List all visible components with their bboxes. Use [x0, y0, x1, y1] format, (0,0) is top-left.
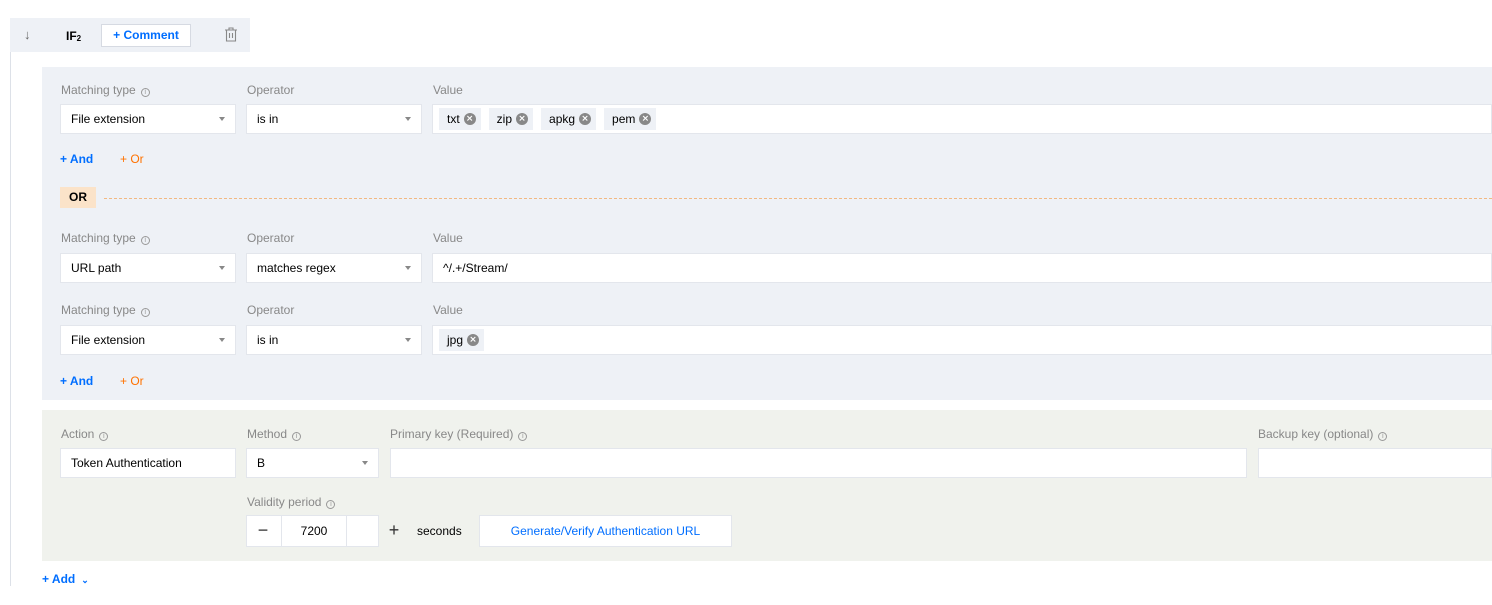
value-input[interactable]: ^/.+/Stream/: [432, 253, 1492, 283]
chevron-down-icon: [219, 266, 225, 270]
info-icon: i: [518, 432, 528, 441]
matching-type-select[interactable]: File extension: [60, 104, 236, 134]
value-label: Value: [433, 83, 463, 97]
chevron-down-icon: ⌄: [81, 575, 89, 585]
operator-value: is in: [257, 112, 279, 126]
chevron-down-icon: [405, 117, 411, 121]
arrow-down-icon[interactable]: ↓: [24, 27, 31, 42]
matching-type-value: File extension: [71, 333, 146, 347]
chevron-down-icon: [405, 266, 411, 270]
matching-type-select[interactable]: URL path: [60, 253, 236, 283]
operator-label: Operator: [247, 83, 295, 97]
condition-block: Matching type i Operator Value File exten…: [42, 67, 1492, 400]
tag-label: jpg: [447, 333, 464, 347]
operator-select[interactable]: is in: [246, 325, 422, 355]
validity-period-value[interactable]: 7200: [282, 516, 346, 546]
decrement-button[interactable]: −: [246, 515, 280, 547]
if-header: ↓ IF2 + Comment: [10, 18, 250, 52]
info-icon: i: [99, 432, 109, 441]
add-and-link[interactable]: + And: [60, 152, 93, 166]
matching-type-select[interactable]: File extension: [60, 325, 236, 355]
remove-tag-icon[interactable]: ×: [467, 334, 480, 346]
info-icon: i: [292, 432, 302, 441]
validity-period-label: Validity period i: [247, 495, 336, 509]
chevron-down-icon: [362, 461, 368, 465]
remove-tag-icon[interactable]: ×: [579, 113, 592, 125]
primary-key-label: Primary key (Required) i: [390, 427, 528, 441]
action-block: Action i Method i Primary key (Required) i …: [42, 410, 1492, 561]
matching-type-label: Matching type i: [61, 303, 150, 317]
value-tag: pem ×: [604, 108, 657, 130]
operator-label: Operator: [247, 231, 295, 245]
operator-select[interactable]: is in: [246, 104, 422, 134]
increment-button[interactable]: +: [379, 515, 409, 547]
value-tag-input[interactable]: jpg ×: [432, 325, 1492, 355]
tag-label: pem: [612, 112, 636, 126]
primary-key-input[interactable]: [390, 448, 1247, 478]
value-tag: txt ×: [439, 108, 481, 130]
add-or-link[interactable]: + Or: [120, 152, 144, 166]
matching-type-label: Matching type i: [61, 231, 150, 245]
method-label: Method i: [247, 427, 302, 441]
operator-value: matches regex: [257, 261, 336, 275]
add-or-link[interactable]: + Or: [120, 374, 144, 388]
tag-label: zip: [496, 112, 513, 126]
matching-type-value: URL path: [71, 261, 122, 275]
operator-label: Operator: [247, 303, 295, 317]
stepper-divider: [346, 516, 347, 546]
backup-key-input[interactable]: [1258, 448, 1492, 478]
operator-value: is in: [257, 333, 279, 347]
remove-tag-icon[interactable]: ×: [516, 113, 529, 125]
matching-type-label: Matching type i: [61, 83, 150, 97]
info-icon: i: [140, 236, 150, 245]
if-label: IF2: [66, 29, 82, 43]
operator-select[interactable]: matches regex: [246, 253, 422, 283]
value-tag: zip ×: [488, 108, 534, 130]
method-select[interactable]: B: [246, 448, 379, 478]
value-tag-input[interactable]: txt × zip × apkg × pem ×: [432, 104, 1492, 134]
method-value: B: [257, 456, 266, 470]
chevron-down-icon: [219, 338, 225, 342]
add-comment-button[interactable]: + Comment: [101, 24, 191, 47]
tag-label: txt: [447, 112, 460, 126]
info-icon: i: [140, 308, 150, 317]
info-icon: i: [1378, 432, 1388, 441]
action-label: Action i: [61, 427, 109, 441]
backup-key-label: Backup key (optional) i: [1258, 427, 1388, 441]
matching-type-value: File extension: [71, 112, 146, 126]
add-and-link[interactable]: + And: [60, 374, 93, 388]
add-rule-button[interactable]: + Add ⌄: [42, 572, 89, 586]
info-icon: i: [326, 500, 336, 509]
tree-connector: [10, 52, 11, 586]
chevron-down-icon: [405, 338, 411, 342]
generate-auth-url-button[interactable]: Generate/Verify Authentication URL: [479, 515, 732, 547]
chevron-down-icon: [219, 117, 225, 121]
or-divider: [104, 198, 1492, 199]
remove-tag-icon[interactable]: ×: [639, 113, 652, 125]
value-tag: jpg ×: [439, 329, 485, 351]
value-label: Value: [433, 303, 463, 317]
value-tag: apkg ×: [541, 108, 597, 130]
validity-unit: seconds: [417, 524, 462, 538]
trash-icon[interactable]: [224, 27, 238, 45]
tag-label: apkg: [549, 112, 576, 126]
info-icon: i: [140, 88, 150, 97]
remove-tag-icon[interactable]: ×: [463, 113, 476, 125]
value-label: Value: [433, 231, 463, 245]
action-select[interactable]: Token Authentication: [60, 448, 236, 478]
or-separator-badge: OR: [60, 187, 96, 208]
